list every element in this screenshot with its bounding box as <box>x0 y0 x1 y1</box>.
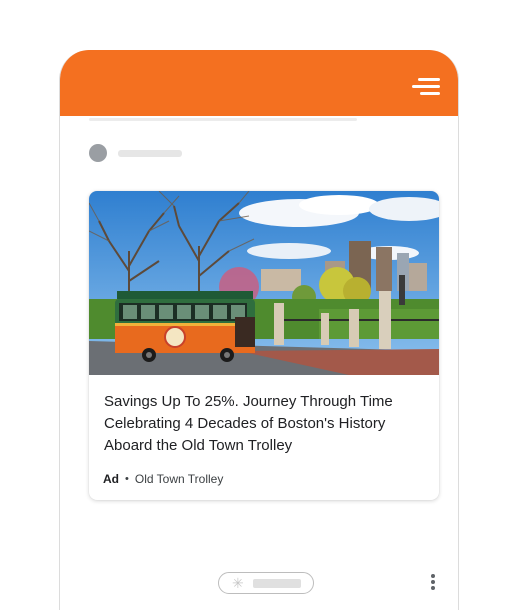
advertiser-name[interactable]: Old Town Trolley <box>135 472 223 486</box>
bottom-pill-button[interactable]: ✳ <box>218 572 314 594</box>
ad-image[interactable] <box>89 191 439 375</box>
hamburger-menu-icon[interactable] <box>412 78 440 96</box>
ad-badge: Ad <box>103 472 119 486</box>
publisher-name-placeholder <box>118 150 182 157</box>
ad-headline[interactable]: Savings Up To 25%. Journey Through Time … <box>104 391 426 457</box>
placeholder-text-line <box>89 118 357 121</box>
publisher-avatar <box>89 144 107 162</box>
ad-meta: Ad • Old Town Trolley <box>103 472 223 486</box>
meta-separator: • <box>125 473 129 485</box>
phone-frame: Savings Up To 25%. Journey Through Time … <box>59 50 459 610</box>
app-header <box>60 50 458 116</box>
pill-label-placeholder <box>253 579 301 588</box>
more-vertical-icon[interactable] <box>428 574 438 592</box>
ad-card[interactable]: Savings Up To 25%. Journey Through Time … <box>89 191 439 500</box>
sparkle-icon: ✳ <box>232 575 244 591</box>
